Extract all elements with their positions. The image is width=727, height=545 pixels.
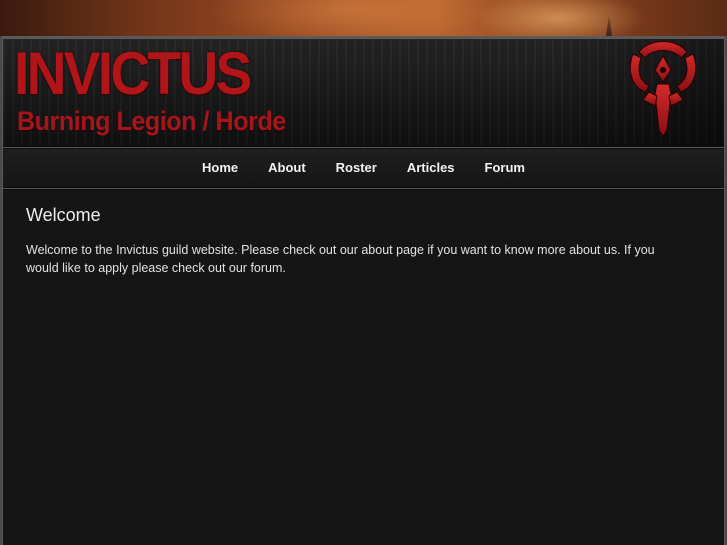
header-banner: INVICTUS Burning Legion / Horde bbox=[3, 39, 724, 147]
page-heading: Welcome bbox=[26, 205, 101, 225]
header-sky-image bbox=[0, 0, 727, 36]
nav-home-link[interactable]: Home bbox=[187, 149, 253, 187]
main-nav: Home About Roster Articles Forum bbox=[3, 148, 724, 188]
nav-about-link[interactable]: About bbox=[253, 149, 321, 187]
nav-roster-link[interactable]: Roster bbox=[321, 149, 392, 187]
main-content: Welcome Welcome to the Invictus guild we… bbox=[3, 189, 724, 545]
site-subtitle: Burning Legion / Horde bbox=[17, 106, 286, 136]
nav-forum-link[interactable]: Forum bbox=[470, 149, 540, 187]
welcome-text: Welcome to the Invictus guild website. P… bbox=[26, 243, 655, 275]
nav-articles-link[interactable]: Articles bbox=[392, 149, 470, 187]
site-title: INVICTUS bbox=[14, 40, 252, 107]
horde-emblem-icon bbox=[629, 41, 697, 137]
page: INVICTUS Burning Legion / Horde Home Abo… bbox=[0, 0, 727, 545]
